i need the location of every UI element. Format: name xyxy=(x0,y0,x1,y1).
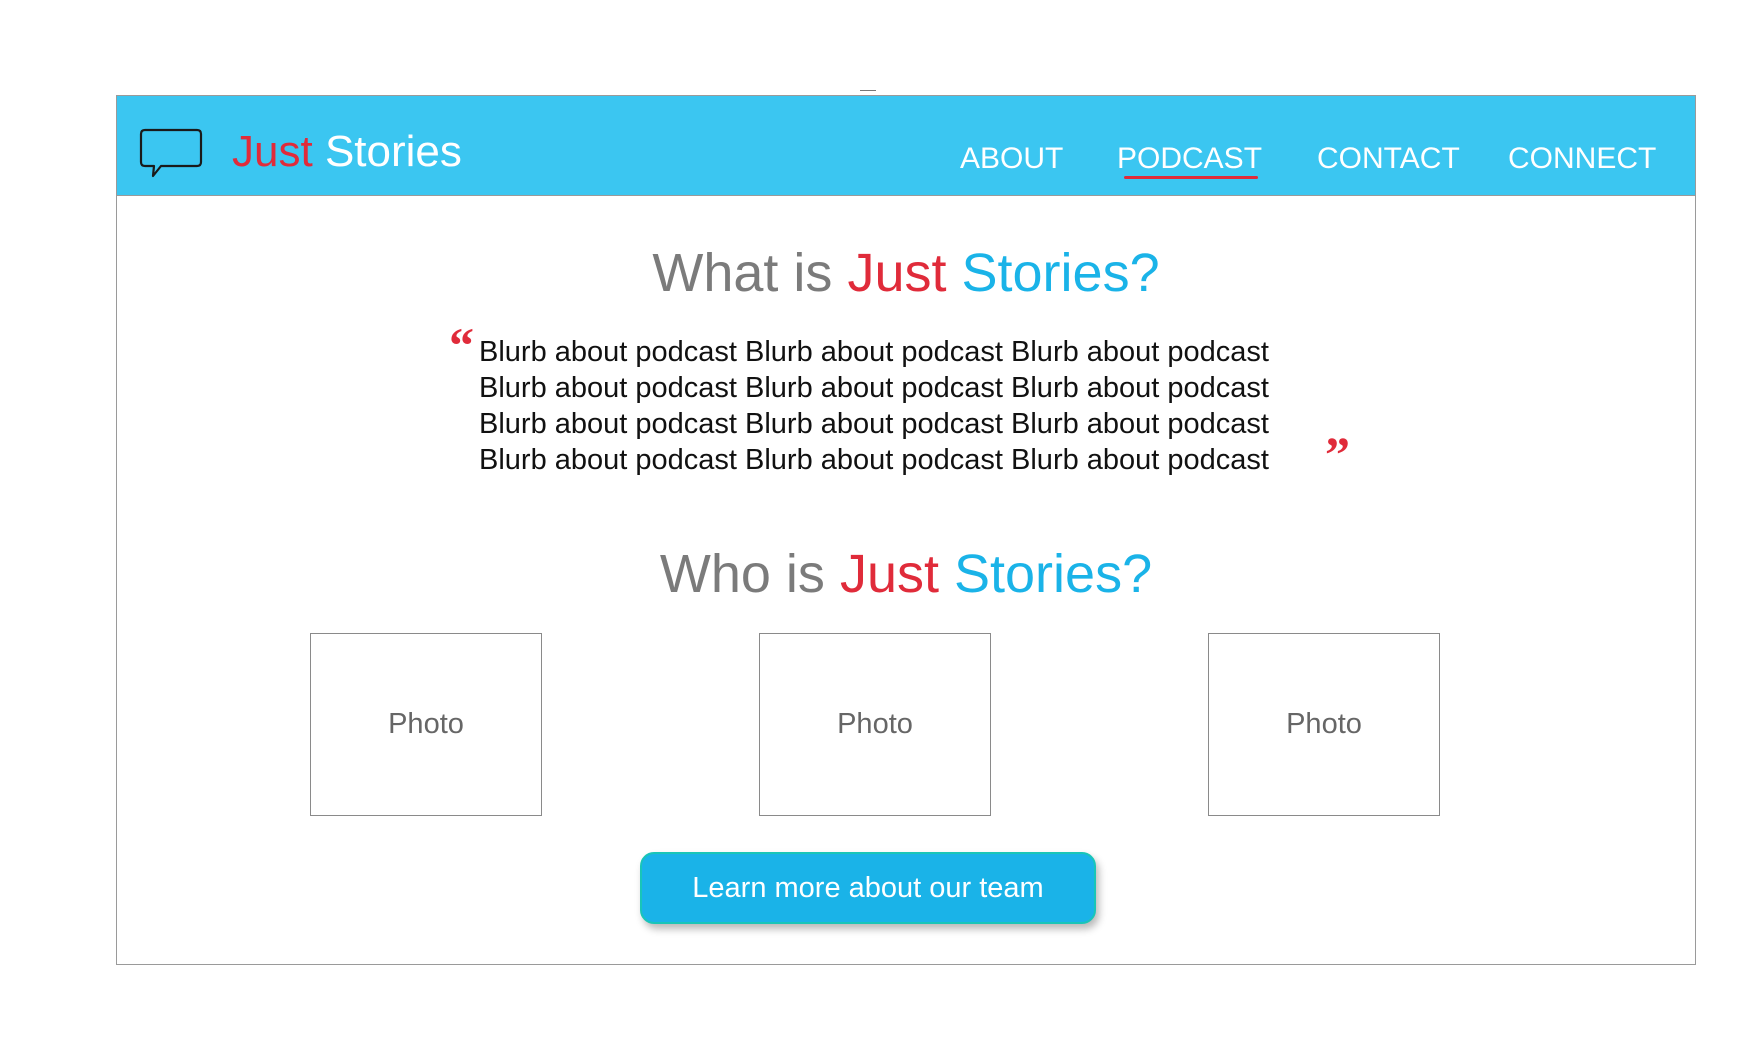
what-heading-prefix: What is xyxy=(652,243,848,303)
who-heading-just: Just xyxy=(839,544,939,604)
what-is-heading: What is Just Stories? xyxy=(117,243,1695,303)
logo-word-stories: Stories xyxy=(324,127,462,176)
blurb-line: Blurb about podcast Blurb about podcast … xyxy=(479,408,1269,440)
team-photo-placeholder: Photo xyxy=(1208,633,1440,816)
what-heading-just: Just xyxy=(847,243,947,303)
nav-about-link[interactable]: ABOUT xyxy=(960,142,1063,176)
who-is-heading: Who is Just Stories? xyxy=(117,544,1695,604)
what-heading-stories: Stories? xyxy=(961,243,1160,303)
photo-label: Photo xyxy=(388,708,464,740)
who-heading-prefix: Who is xyxy=(659,544,840,604)
blurb-line: Blurb about podcast Blurb about podcast … xyxy=(479,372,1269,404)
nav-podcast-link[interactable]: PODCAST xyxy=(1117,142,1262,176)
nav-contact-link[interactable]: CONTACT xyxy=(1317,142,1460,176)
logo-word-just: Just xyxy=(232,127,313,176)
site-logo[interactable]: Just Stories xyxy=(232,128,462,176)
blurb-line: Blurb about podcast Blurb about podcast … xyxy=(479,444,1269,476)
photo-label: Photo xyxy=(1286,708,1362,740)
page-frame: Just Stories ABOUT PODCAST CONTACT CONNE… xyxy=(116,95,1696,965)
open-quote-mark: “ xyxy=(449,317,474,373)
learn-more-team-button[interactable]: Learn more about our team xyxy=(640,852,1096,924)
close-quote-mark: ” xyxy=(1325,426,1350,482)
who-heading-stories: Stories? xyxy=(954,544,1153,604)
podcast-blurb: Blurb about podcast Blurb about podcast … xyxy=(479,334,1329,478)
speech-bubble-icon xyxy=(139,128,203,180)
team-photo-placeholder: Photo xyxy=(759,633,991,816)
nav-connect-link[interactable]: CONNECT xyxy=(1508,142,1656,176)
active-nav-underline xyxy=(1124,176,1258,179)
navbar: Just Stories ABOUT PODCAST CONTACT CONNE… xyxy=(117,96,1695,196)
photo-label: Photo xyxy=(837,708,913,740)
team-photo-placeholder: Photo xyxy=(310,633,542,816)
blurb-line: Blurb about podcast Blurb about podcast … xyxy=(479,336,1269,368)
window-tick-mark xyxy=(860,90,876,91)
